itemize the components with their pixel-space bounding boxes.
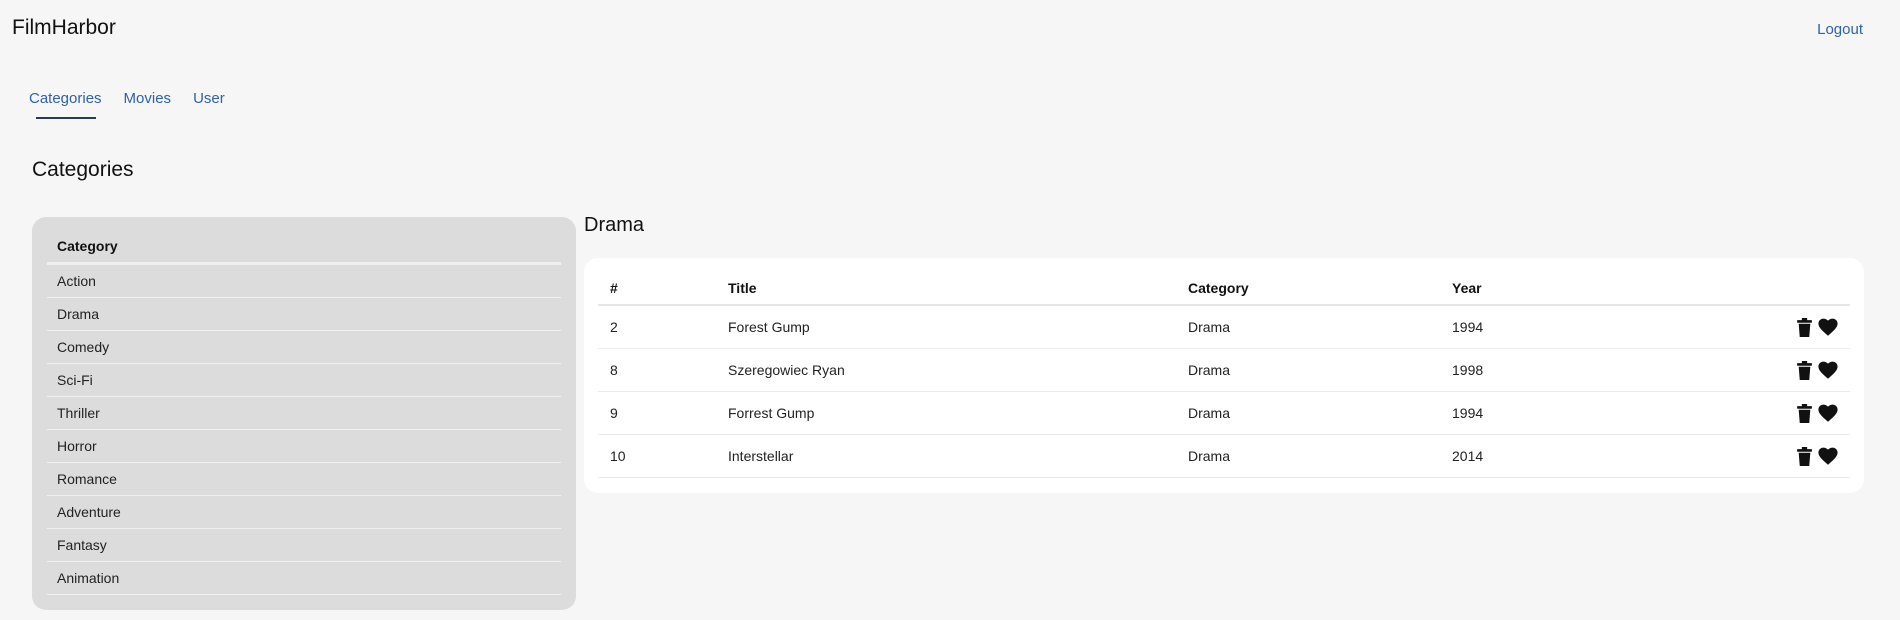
movie-panel: # Title Category Year 2 Forest Gump Dram… — [584, 258, 1864, 493]
heart-icon[interactable] — [1818, 445, 1838, 467]
tab-movies[interactable]: Movies — [124, 90, 172, 119]
row-actions — [1794, 435, 1838, 477]
category-table: Category Action Drama Comedy Sci-Fi Thri… — [47, 231, 561, 595]
main-nav: Categories Movies User — [29, 90, 225, 119]
heart-icon[interactable] — [1818, 402, 1838, 424]
tab-user[interactable]: User — [193, 90, 225, 119]
movie-year: 2014 — [1452, 448, 1484, 464]
movie-year: 1998 — [1452, 362, 1484, 378]
app-page: FilmHarbor Logout Categories Movies User… — [0, 0, 1900, 620]
movie-table-header: # Title Category Year — [598, 272, 1850, 306]
movie-title: Interstellar — [728, 448, 794, 464]
category-item-horror[interactable]: Horror — [47, 430, 561, 463]
category-panel: Category Action Drama Comedy Sci-Fi Thri… — [32, 217, 576, 610]
table-row: 10 Interstellar Drama 2014 — [598, 435, 1850, 478]
column-header-year: Year — [1452, 280, 1482, 296]
movie-table: # Title Category Year 2 Forest Gump Dram… — [598, 272, 1850, 478]
category-item-thriller[interactable]: Thriller — [47, 397, 561, 430]
tab-categories[interactable]: Categories — [29, 90, 102, 119]
category-item-comedy[interactable]: Comedy — [47, 331, 561, 364]
row-actions — [1794, 392, 1838, 434]
page-title: Categories — [32, 158, 134, 181]
movie-category: Drama — [1188, 405, 1231, 421]
table-row: 9 Forrest Gump Drama 1994 — [598, 392, 1850, 435]
movie-id: 2 — [610, 319, 618, 335]
category-column-header: Category — [47, 231, 561, 265]
category-item-drama[interactable]: Drama — [47, 298, 561, 331]
logout-link[interactable]: Logout — [1817, 21, 1863, 38]
movie-title: Forrest Gump — [728, 405, 815, 421]
row-actions — [1794, 349, 1838, 391]
table-row: 2 Forest Gump Drama 1994 — [598, 306, 1850, 349]
movie-category: Drama — [1188, 362, 1231, 378]
movie-year: 1994 — [1452, 319, 1484, 335]
table-row: 8 Szeregowiec Ryan Drama 1998 — [598, 349, 1850, 392]
trash-icon[interactable] — [1794, 359, 1814, 381]
movie-title: Forest Gump — [728, 319, 810, 335]
column-header-title: Title — [728, 280, 757, 296]
category-item-fantasy[interactable]: Fantasy — [47, 529, 561, 562]
movie-id: 9 — [610, 405, 618, 421]
column-header-category: Category — [1188, 280, 1249, 296]
movie-id: 8 — [610, 362, 618, 378]
category-item-adventure[interactable]: Adventure — [47, 496, 561, 529]
movie-category: Drama — [1188, 448, 1231, 464]
movie-year: 1994 — [1452, 405, 1484, 421]
column-header-number: # — [610, 280, 618, 296]
movie-title: Szeregowiec Ryan — [728, 362, 845, 378]
heart-icon[interactable] — [1818, 359, 1838, 381]
movie-category: Drama — [1188, 319, 1231, 335]
category-item-sci-fi[interactable]: Sci-Fi — [47, 364, 561, 397]
movie-id: 10 — [610, 448, 626, 464]
category-item-animation[interactable]: Animation — [47, 562, 561, 595]
app-brand: FilmHarbor — [12, 16, 116, 39]
row-actions — [1794, 306, 1838, 348]
trash-icon[interactable] — [1794, 316, 1814, 338]
trash-icon[interactable] — [1794, 445, 1814, 467]
heart-icon[interactable] — [1818, 316, 1838, 338]
selected-category-title: Drama — [584, 214, 645, 236]
trash-icon[interactable] — [1794, 402, 1814, 424]
category-item-action[interactable]: Action — [47, 265, 561, 298]
category-item-romance[interactable]: Romance — [47, 463, 561, 496]
